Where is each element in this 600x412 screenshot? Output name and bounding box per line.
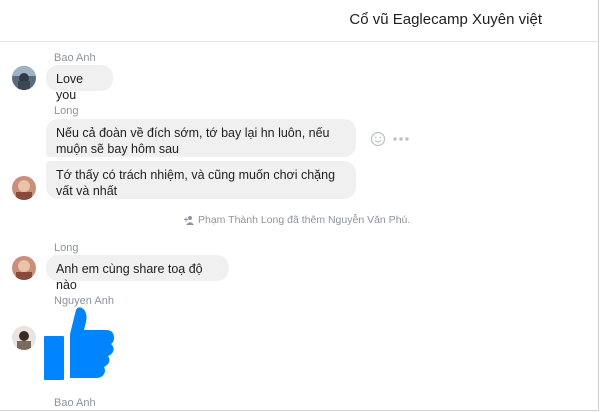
chat-window: Cổ vũ Eaglecamp Xuyên việt Bao Anh Love … <box>0 0 599 411</box>
avatar[interactable] <box>12 326 36 350</box>
more-icon[interactable] <box>392 131 410 147</box>
sender-name: Long <box>54 242 79 254</box>
chat-header: Cổ vũ Eaglecamp Xuyên việt <box>0 0 598 42</box>
avatar[interactable] <box>12 256 36 280</box>
system-message-text: Phạm Thành Long đã thêm Nguyễn Văn Phú. <box>198 214 411 226</box>
conversation-title: Cổ vũ Eaglecamp Xuyên việt <box>349 11 542 28</box>
add-person-icon <box>184 216 194 225</box>
sender-name: Bao Anh <box>54 397 96 409</box>
message-actions <box>370 131 410 147</box>
avatar[interactable] <box>12 66 36 90</box>
thumbs-up-icon[interactable] <box>44 304 116 387</box>
smiley-icon[interactable] <box>370 131 386 147</box>
sender-name: Bao Anh <box>54 52 96 64</box>
message-bubble[interactable]: Nếu cả đoàn về đích sớm, tớ bay lại hn l… <box>46 119 356 157</box>
sender-name: Long <box>54 105 79 117</box>
message-bubble[interactable]: Anh em cùng share toạ độ nào <box>46 255 229 292</box>
avatar[interactable] <box>12 176 36 200</box>
message-bubble[interactable]: Tớ thấy có trách nhiệm, và cũng muốn chơ… <box>46 161 356 199</box>
message-bubble[interactable]: Love you <box>46 65 113 102</box>
system-message: Phạm Thành Long đã thêm Nguyễn Văn Phú. <box>184 214 410 226</box>
